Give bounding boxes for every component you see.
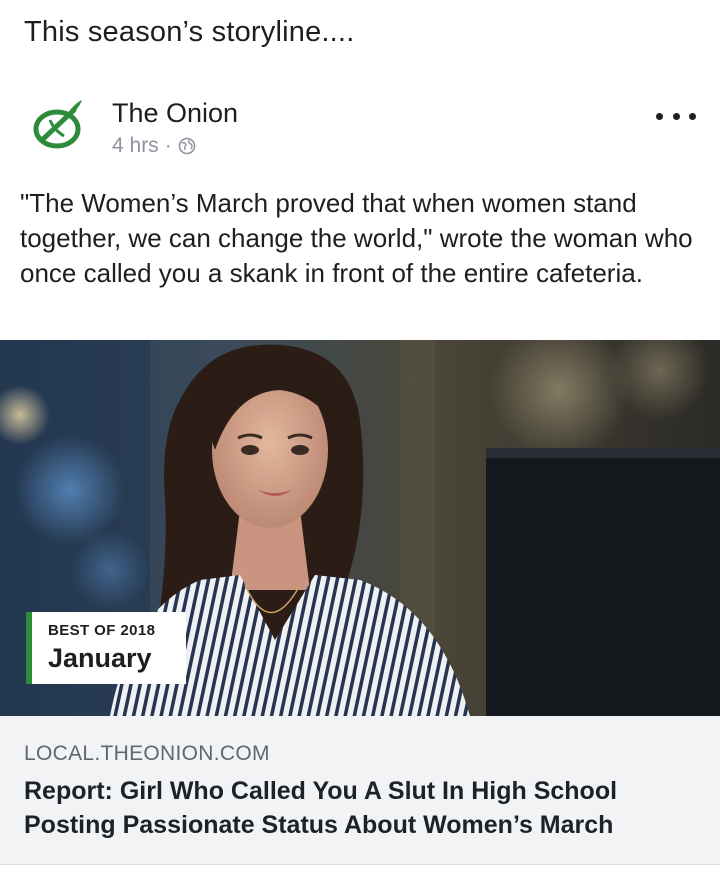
onion-logo-icon <box>33 100 82 149</box>
post-photo[interactable]: BEST OF 2018 January <box>0 340 720 716</box>
post-meta: 4 hrs · <box>112 134 196 158</box>
link-domain: LOCAL.THEONION.COM <box>24 742 270 765</box>
more-options-button[interactable] <box>656 104 696 128</box>
onion-logo-avatar[interactable] <box>30 96 88 154</box>
post-time[interactable]: 4 hrs <box>112 134 159 158</box>
best-of-badge: BEST OF 2018 January <box>26 612 186 684</box>
more-dot <box>689 112 696 120</box>
more-dot <box>656 112 663 120</box>
globe-icon <box>178 137 195 155</box>
badge-main-label: January <box>48 643 152 673</box>
more-dot <box>672 112 680 120</box>
link-title[interactable]: Report: Girl Who Called You A Slut In Hi… <box>24 774 694 842</box>
meta-separator: · <box>164 134 172 157</box>
page-name-link[interactable]: The Onion <box>112 98 238 129</box>
caption-text: This season’s storyline.... <box>24 16 355 48</box>
badge-top-label: BEST OF 2018 <box>48 622 156 639</box>
link-preview[interactable]: LOCAL.THEONION.COM Report: Girl Who Call… <box>0 716 720 865</box>
post-header: The Onion 4 hrs · <box>0 92 720 162</box>
post-text: "The Women’s March proved that when wome… <box>20 188 693 288</box>
